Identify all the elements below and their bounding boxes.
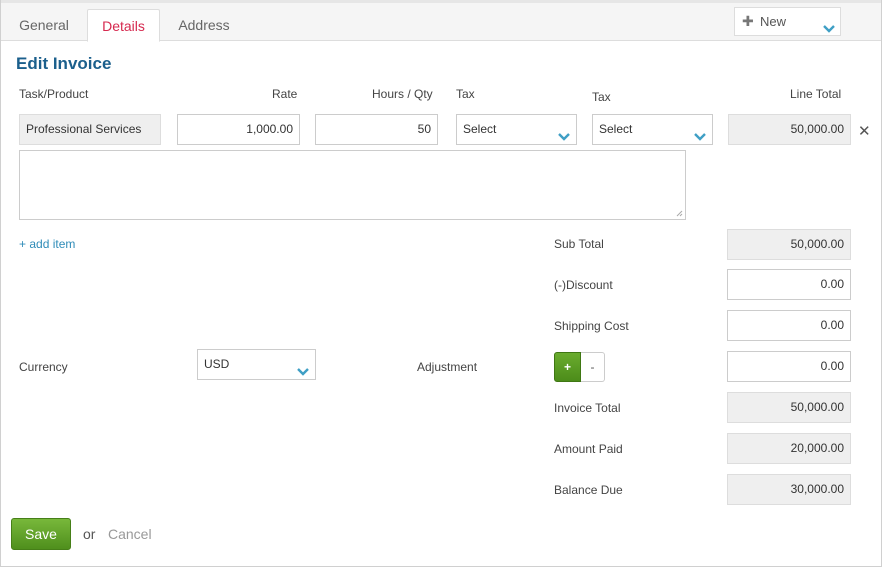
chevron-down-icon: [694, 124, 706, 153]
discount-input[interactable]: 0.00: [727, 269, 851, 300]
shipping-cost-label: Shipping Cost: [554, 319, 629, 333]
chevron-down-icon: [823, 16, 835, 43]
hours-qty-input[interactable]: 50: [315, 114, 438, 145]
or-text: or: [83, 526, 96, 542]
invoice-total-label: Invoice Total: [554, 401, 621, 415]
sub-total-label: Sub Total: [554, 237, 604, 251]
shipping-cost-input[interactable]: 0.00: [727, 310, 851, 341]
adjustment-plus-button[interactable]: +: [554, 352, 581, 382]
rate-input[interactable]: 1,000.00: [177, 114, 300, 145]
balance-due-label: Balance Due: [554, 483, 623, 497]
tax2-select[interactable]: Select: [592, 114, 713, 145]
add-item-link[interactable]: + add item: [19, 237, 75, 251]
cancel-link[interactable]: Cancel: [108, 526, 152, 542]
task-product-field[interactable]: Professional Services: [19, 114, 161, 145]
adjustment-toggle: + -: [554, 352, 605, 382]
tax1-select-value: Select: [463, 122, 497, 136]
chevron-down-icon: [558, 124, 570, 153]
column-header-task: Task/Product: [19, 87, 89, 101]
chevron-down-icon: [297, 359, 309, 388]
remove-item-icon[interactable]: ✕: [858, 122, 871, 140]
discount-label: (-)Discount: [554, 278, 613, 292]
invoice-total-field: 50,000.00: [727, 392, 851, 423]
plus-icon: ✚: [742, 13, 754, 29]
column-header-rate: Rate: [272, 87, 298, 101]
sub-total-field: 50,000.00: [727, 229, 851, 260]
column-header-line-total: Line Total: [790, 87, 842, 101]
page-title: Edit Invoice: [16, 54, 112, 73]
tab-address[interactable]: Address: [166, 9, 242, 41]
currency-select-value: USD: [204, 357, 230, 371]
tax2-select-value: Select: [599, 122, 633, 136]
currency-label: Currency: [19, 360, 68, 374]
column-header-tax2: Tax: [592, 90, 611, 104]
line-total-field: 50,000.00: [728, 114, 851, 145]
tax1-select[interactable]: Select: [456, 114, 577, 145]
new-button[interactable]: ✚ New: [734, 7, 841, 36]
tab-general[interactable]: General: [7, 9, 81, 41]
tab-details[interactable]: Details: [87, 9, 160, 42]
adjustment-input[interactable]: 0.00: [727, 351, 851, 382]
save-button[interactable]: Save: [11, 518, 71, 550]
column-header-hours: Hours / Qty: [372, 87, 433, 101]
currency-select[interactable]: USD: [197, 349, 316, 380]
tab-bar: General Details Address ✚ New: [1, 0, 881, 42]
new-button-label: New: [760, 14, 787, 29]
amount-paid-label: Amount Paid: [554, 442, 623, 456]
column-header-tax1: Tax: [456, 87, 475, 101]
amount-paid-field: 20,000.00: [727, 433, 851, 464]
adjustment-minus-button[interactable]: -: [581, 352, 605, 382]
balance-due-field: 30,000.00: [727, 474, 851, 505]
adjustment-label: Adjustment: [417, 360, 478, 374]
invoice-panel: General Details Address ✚ New Edit Invoi…: [0, 0, 882, 567]
item-description-textarea[interactable]: [19, 150, 686, 220]
resize-grip-icon[interactable]: [675, 209, 683, 217]
